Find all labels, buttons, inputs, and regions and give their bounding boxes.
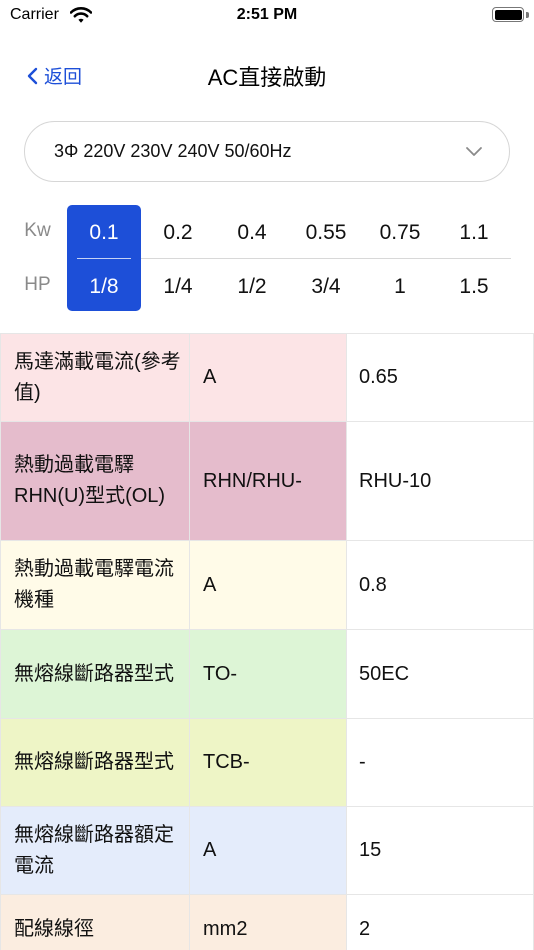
spec-name: 無熔線斷路器型式 — [14, 751, 174, 773]
kw-value: 0.1 — [89, 221, 119, 244]
spec-name: 熱動過載電驛電流機種 — [14, 558, 174, 611]
voltage-picker[interactable]: 3Φ 220V 230V 240V 50/60Hz — [24, 121, 510, 182]
spec-name-cell: 馬達滿載電流(參考值) — [0, 334, 189, 421]
kw-value: 1.1 — [459, 221, 489, 244]
hp-value: 1.5 — [459, 275, 489, 298]
spec-value: 15 — [359, 839, 382, 861]
hp-value: 1 — [394, 275, 406, 298]
spec-value: 2 — [359, 918, 371, 940]
spec-name: 無熔線斷路器型式 — [14, 662, 174, 685]
spec-unit: A — [203, 366, 217, 388]
spec-value: 0.8 — [359, 573, 387, 596]
chevron-down-icon — [466, 147, 482, 156]
spec-name: 熱動過載電驛RHN(U)型式(OL) — [14, 454, 166, 507]
hp-value: 1/2 — [237, 275, 267, 298]
battery-icon — [492, 7, 524, 22]
nav-bar: 返回 AC直接啟動 — [0, 34, 534, 114]
spec-value: 0.65 — [359, 366, 398, 388]
power-option[interactable]: 0.2 1/4 — [141, 205, 215, 311]
spec-value-cell: RHU-10 — [346, 422, 534, 540]
status-time: 2:51 PM — [236, 6, 298, 23]
spec-table: 馬達滿載電流(參考值) A 0.65 熱動過載電驛RHN(U)型式(OL) RHN/RH… — [0, 333, 534, 950]
table-row: 熱動過載電驛電流機種 A 0.8 — [0, 541, 534, 630]
kw-value: 0.55 — [305, 221, 347, 244]
table-row: 無熔線斷路器型式 TO- 50EC — [0, 630, 534, 719]
spec-name-cell: 無熔線斷路器型式 — [0, 630, 189, 718]
page-title: AC直接啟動 — [207, 65, 327, 90]
spec-unit-cell: mm2 — [189, 895, 346, 950]
spec-value-cell: - — [346, 719, 534, 806]
voltage-selected-value: 3Φ 220V 230V 240V 50/60Hz — [54, 141, 292, 161]
spec-name-cell: 無熔線斷路器額定電流 — [0, 807, 189, 894]
spec-unit-cell: RHN/RHU- — [189, 422, 346, 540]
spec-unit: TCB- — [203, 751, 250, 773]
kw-value: 0.75 — [379, 221, 421, 244]
spec-value-cell: 0.65 — [346, 334, 534, 421]
spec-name-cell: 熱動過載電驛電流機種 — [0, 541, 189, 629]
spec-unit-cell: A — [189, 334, 346, 421]
kw-row-label: Kw — [24, 220, 51, 241]
table-row: 配線線徑 mm2 2 — [0, 895, 534, 950]
table-row: 熱動過載電驛RHN(U)型式(OL) RHN/RHU- RHU-10 — [0, 422, 534, 541]
hp-row-label: HP — [24, 274, 51, 295]
battery-tip — [526, 12, 529, 18]
kw-value: 0.2 — [163, 221, 193, 244]
power-option[interactable]: 0.55 3/4 — [289, 205, 363, 311]
spec-unit: mm2 — [203, 918, 248, 940]
spec-name: 馬達滿載電流(參考值) — [14, 350, 181, 404]
status-bar: Carrier 2:51 PM — [0, 0, 534, 34]
power-option[interactable]: 0.75 1 — [363, 205, 437, 311]
spec-value-cell: 0.8 — [346, 541, 534, 629]
spec-unit-cell: A — [189, 541, 346, 629]
power-option[interactable]: 0.1 1/8 — [67, 205, 141, 311]
spec-value-cell: 15 — [346, 807, 534, 894]
spec-value-cell: 2 — [346, 895, 534, 950]
spec-name: 無熔線斷路器額定電流 — [14, 823, 174, 877]
hp-value: 3/4 — [311, 275, 341, 298]
power-option[interactable]: 1.1 1.5 — [437, 205, 511, 311]
spec-value: 50EC — [359, 662, 410, 685]
spec-value: - — [359, 751, 366, 773]
power-selector: Kw HP 0.1 1/8 0.2 1/4 0.4 1/2 0.55 3/4 0.75 1 1.1 1… — [0, 204, 534, 312]
table-row: 無熔線斷路器型式 TCB- - — [0, 719, 534, 807]
table-row: 馬達滿載電流(參考值) A 0.65 — [0, 334, 534, 422]
table-row: 無熔線斷路器額定電流 A 15 — [0, 807, 534, 895]
spec-unit: TO- — [203, 662, 238, 685]
power-option[interactable]: 0.4 1/2 — [215, 205, 289, 311]
hp-value: 1/8 — [89, 275, 119, 298]
spec-unit-cell: TCB- — [189, 719, 346, 806]
kw-value: 0.4 — [237, 221, 267, 244]
spec-unit: A — [203, 573, 217, 596]
spec-value: RHU-10 — [359, 469, 432, 492]
spec-name-cell: 熱動過載電驛RHN(U)型式(OL) — [0, 422, 189, 540]
spec-name-cell: 配線線徑 — [0, 895, 189, 950]
spec-value-cell: 50EC — [346, 630, 534, 718]
spec-unit: RHN/RHU- — [203, 469, 302, 492]
selected-divider — [77, 258, 131, 259]
spec-unit-cell: TO- — [189, 630, 346, 718]
spec-name: 配線線徑 — [14, 918, 94, 940]
spec-unit: A — [203, 839, 217, 861]
hp-value: 1/4 — [163, 275, 193, 298]
spec-name-cell: 無熔線斷路器型式 — [0, 719, 189, 806]
spec-unit-cell: A — [189, 807, 346, 894]
